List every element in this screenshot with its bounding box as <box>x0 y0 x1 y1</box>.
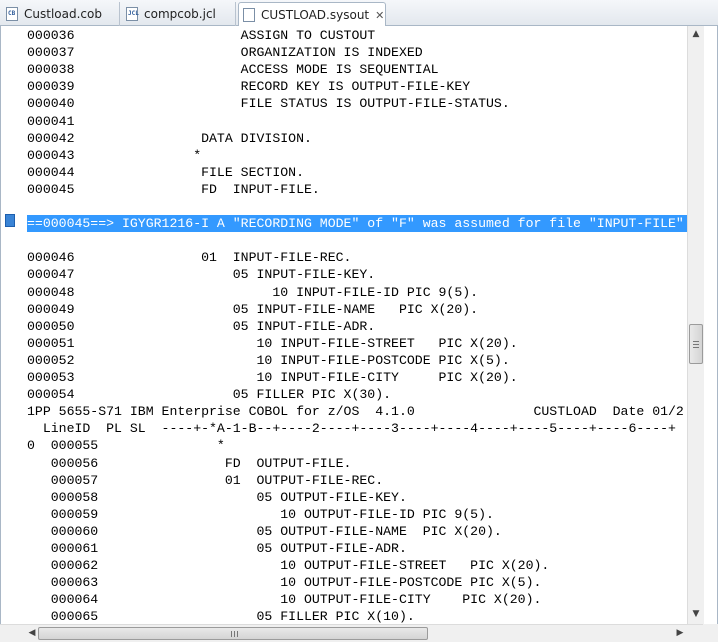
jcl-file-icon: JCL <box>126 7 139 21</box>
code-line: 000036 ASSIGN TO CUSTOUT <box>27 28 376 43</box>
code-line: 000043 * <box>27 147 202 163</box>
code-line: 0 000055 * <box>27 438 225 454</box>
tab-custload-cob[interactable]: CB Custload.cob <box>2 2 120 26</box>
sysout-editor[interactable]: 000036 ASSIGN TO CUSTOUT 000037 ORGANIZAT… <box>0 26 718 624</box>
code-line: LineID PL SL ----+-*A-1-B--+----2----+--… <box>27 421 676 437</box>
code-line: 000058 05 OUTPUT-FILE-KEY. <box>27 489 407 505</box>
code-line: 1PP 5655-S71 IBM Enterprise COBOL for z/… <box>27 404 684 420</box>
scrollbar-corner <box>703 624 718 642</box>
code-line: 000061 05 OUTPUT-FILE-ADR. <box>27 541 407 556</box>
close-tab-icon[interactable]: ✕ <box>375 9 384 22</box>
code-line: 000037 ORGANIZATION IS INDEXED <box>27 45 423 61</box>
editor-tab-bar: CB Custload.cob JCL compcob.jcl CUSTLOAD… <box>0 0 718 27</box>
tab-custload-sysout[interactable]: CUSTLOAD.sysout ✕ <box>238 2 386 27</box>
code-line: 000064 10 OUTPUT-FILE-CITY PIC X(20). <box>27 592 542 608</box>
code-line: 000065 05 FILLER PIC X(10). <box>27 609 415 624</box>
code-line: 000039 RECORD KEY IS OUTPUT-FILE-KEY <box>27 79 471 95</box>
code-line: 000038 ACCESS MODE IS SEQUENTIAL <box>27 62 439 78</box>
scroll-up-icon[interactable]: ▲ <box>688 26 704 42</box>
code-line: 000042 DATA DIVISION. <box>27 130 312 146</box>
code-line: 000060 05 OUTPUT-FILE-NAME PIC X(20). <box>27 523 502 539</box>
code-line: 000059 10 OUTPUT-FILE-ID PIC 9(5). <box>27 506 494 522</box>
tab-label: CUSTLOAD.sysout <box>261 8 370 22</box>
cobol-file-icon: CB <box>6 7 18 21</box>
tab-label: Custload.cob <box>24 7 102 21</box>
code-line: 000050 05 INPUT-FILE-ADR. <box>27 318 376 334</box>
horizontal-scrollbar[interactable]: ◀ ▶ <box>0 624 703 642</box>
code-line: 000046 01 INPUT-FILE-REC. <box>27 250 352 266</box>
code-line: 000057 01 OUTPUT-FILE-REC. <box>27 472 384 488</box>
code-line: 000052 10 INPUT-FILE-POSTCODE PIC X(5). <box>27 352 510 368</box>
scroll-right-icon[interactable]: ▶ <box>672 625 688 642</box>
text-file-icon <box>243 8 255 22</box>
code-line: 000051 10 INPUT-FILE-STREET PIC X(20). <box>27 335 518 351</box>
vertical-scrollbar[interactable]: ▲ ▼ <box>687 26 704 624</box>
code-line: 000040 FILE STATUS IS OUTPUT-FILE-STATUS… <box>27 96 510 112</box>
code-line: 000045 FD INPUT-FILE. <box>27 181 320 197</box>
tab-label: compcob.jcl <box>144 7 216 21</box>
code-line: 000048 10 INPUT-FILE-ID PIC 9(5). <box>27 284 479 300</box>
tab-compcob-jcl[interactable]: JCL compcob.jcl <box>122 2 236 26</box>
scroll-down-icon[interactable]: ▼ <box>688 606 704 622</box>
code-line: 000053 10 INPUT-FILE-CITY PIC X(20). <box>27 370 518 385</box>
code-line: 000041 <box>27 113 75 129</box>
code-line: 000054 05 FILLER PIC X(30). <box>27 387 392 403</box>
code-line: 000044 FILE SECTION. <box>27 164 304 180</box>
vertical-scroll-thumb[interactable] <box>689 324 703 364</box>
diagnostic-message-line: ==000045==> IGYGR1216-I A "RECORDING MOD… <box>27 215 687 233</box>
horizontal-scroll-thumb[interactable] <box>38 627 428 640</box>
code-line: 000047 05 INPUT-FILE-KEY. <box>27 267 376 283</box>
text-area[interactable]: 000036 ASSIGN TO CUSTOUT 000037 ORGANIZAT… <box>1 26 687 624</box>
code-line: 000056 FD OUTPUT-FILE. <box>27 455 352 471</box>
code-line: 000063 10 OUTPUT-FILE-POSTCODE PIC X(5). <box>27 575 542 591</box>
code-line: 000062 10 OUTPUT-FILE-STREET PIC X(20). <box>27 558 550 574</box>
code-line: 000049 05 INPUT-FILE-NAME PIC X(20). <box>27 301 479 317</box>
